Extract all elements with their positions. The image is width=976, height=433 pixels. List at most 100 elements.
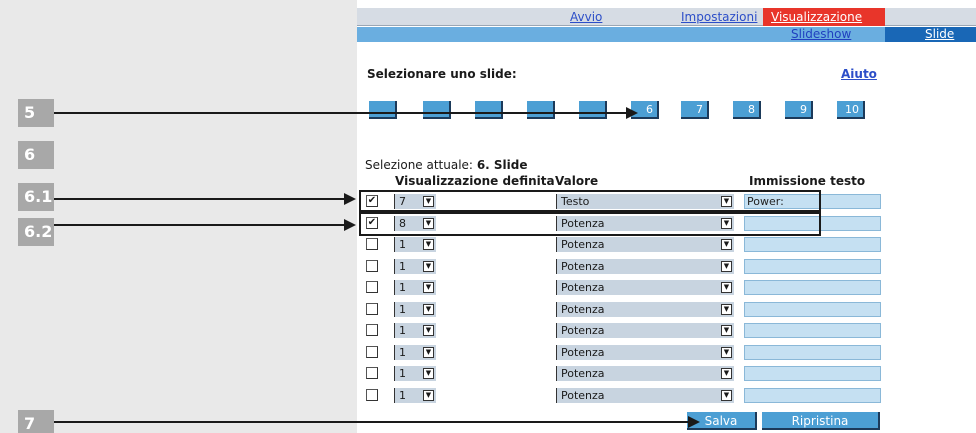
chevron-down-icon[interactable]: ▼	[423, 261, 434, 272]
enable-checkbox[interactable]	[366, 281, 378, 293]
enable-checkbox[interactable]	[366, 260, 378, 272]
slide-button[interactable]	[369, 101, 397, 119]
table-row: 1 ▼ Potenza ▼	[363, 258, 887, 275]
display-number-value: 1	[399, 281, 406, 294]
value-select-label: Potenza	[561, 324, 605, 337]
text-input-field[interactable]	[744, 323, 881, 338]
display-number-select[interactable]: 1 ▼	[394, 259, 436, 274]
chevron-down-icon[interactable]: ▼	[423, 368, 434, 379]
chevron-down-icon[interactable]: ▼	[721, 261, 732, 272]
text-input-field[interactable]	[744, 259, 881, 274]
enable-checkbox[interactable]	[366, 303, 378, 315]
chevron-down-icon[interactable]: ▼	[423, 347, 434, 358]
callout-label: 5	[18, 99, 54, 127]
chevron-down-icon[interactable]: ▼	[721, 282, 732, 293]
slide-button[interactable]: 10	[837, 101, 865, 119]
arrow-head-icon	[688, 416, 700, 428]
enable-checkbox[interactable]	[366, 389, 378, 401]
chevron-down-icon[interactable]: ▼	[721, 390, 732, 401]
callout-label: 6	[18, 141, 54, 169]
callout-label: 6.1	[18, 183, 54, 211]
highlight-row-6-2	[359, 212, 821, 236]
help-link[interactable]: Aiuto	[841, 67, 877, 81]
display-number-value: 1	[399, 324, 406, 337]
select-slide-label: Selezionare uno slide:	[367, 67, 517, 81]
tab-settings[interactable]: Impostazioni	[681, 8, 757, 26]
value-select[interactable]: Potenza ▼	[556, 345, 734, 360]
slide-button[interactable]: 9	[785, 101, 813, 119]
enable-checkbox[interactable]	[366, 324, 378, 336]
enable-checkbox[interactable]	[366, 346, 378, 358]
arrow-head-icon	[344, 193, 356, 205]
display-number-select[interactable]: 1 ▼	[394, 280, 436, 295]
text-input-field[interactable]	[744, 388, 881, 403]
table-row: 1 ▼ Potenza ▼	[363, 365, 887, 382]
enable-checkbox[interactable]	[366, 238, 378, 250]
slide-button[interactable]	[579, 101, 607, 119]
value-select-label: Potenza	[561, 346, 605, 359]
table-row: 1 ▼ Potenza ▼	[363, 322, 887, 339]
slide-button[interactable]	[475, 101, 503, 119]
display-number-value: 1	[399, 260, 406, 273]
chevron-down-icon[interactable]: ▼	[423, 304, 434, 315]
text-input-field[interactable]	[744, 345, 881, 360]
app-window: Avvio Impostazioni Visualizzazione Slide…	[357, 0, 976, 433]
callout-label: 7	[18, 410, 54, 433]
slide-button[interactable]: 8	[733, 101, 761, 119]
display-number-select[interactable]: 1 ▼	[394, 323, 436, 338]
arrow-line	[54, 224, 346, 226]
table-row: 1 ▼ Potenza ▼	[363, 387, 887, 404]
tab-display[interactable]: Visualizzazione	[763, 8, 885, 26]
chevron-down-icon[interactable]: ▼	[721, 368, 732, 379]
annotation-panel: 5 6 6.1 6.2 7	[0, 0, 357, 433]
current-selection-value: 6. Slide	[476, 158, 528, 172]
chevron-down-icon[interactable]: ▼	[721, 347, 732, 358]
text-input-field[interactable]	[744, 280, 881, 295]
column-header-display: Visualizzazione definita	[395, 174, 555, 188]
value-select[interactable]: Potenza ▼	[556, 323, 734, 338]
text-input-field[interactable]	[744, 366, 881, 381]
value-select-label: Potenza	[561, 238, 605, 251]
value-select-label: Potenza	[561, 367, 605, 380]
chevron-down-icon[interactable]: ▼	[423, 282, 434, 293]
reset-button[interactable]: Ripristina	[762, 412, 880, 430]
value-select[interactable]: Potenza ▼	[556, 388, 734, 403]
tab-start[interactable]: Avvio	[570, 8, 602, 26]
value-select-label: Potenza	[561, 281, 605, 294]
arrow-head-icon	[344, 219, 356, 231]
text-input-field[interactable]	[744, 302, 881, 317]
text-input-field[interactable]	[744, 237, 881, 252]
slide-button[interactable]	[423, 101, 451, 119]
value-select[interactable]: Potenza ▼	[556, 280, 734, 295]
main-tab-bar: Avvio Impostazioni Visualizzazione	[357, 8, 976, 26]
tab-slideshow[interactable]: Slideshow	[791, 27, 851, 42]
value-select[interactable]: Potenza ▼	[556, 237, 734, 252]
sub-tab-bar: Slideshow Slide	[357, 27, 976, 42]
display-number-select[interactable]: 1 ▼	[394, 302, 436, 317]
arrow-line	[54, 112, 630, 114]
current-selection-label: Selezione attuale:	[365, 158, 473, 172]
value-select[interactable]: Potenza ▼	[556, 366, 734, 381]
column-header-text-input: Immissione testo	[749, 174, 866, 188]
display-number-select[interactable]: 1 ▼	[394, 237, 436, 252]
display-number-select[interactable]: 1 ▼	[394, 366, 436, 381]
chevron-down-icon[interactable]: ▼	[721, 239, 732, 250]
slide-button[interactable]: 7	[681, 101, 709, 119]
chevron-down-icon[interactable]: ▼	[721, 325, 732, 336]
value-select-label: Potenza	[561, 260, 605, 273]
column-header-value: Valore	[555, 174, 599, 188]
value-select[interactable]: Potenza ▼	[556, 302, 734, 317]
table-row: 1 ▼ Potenza ▼	[363, 236, 887, 253]
display-number-select[interactable]: 1 ▼	[394, 388, 436, 403]
value-select[interactable]: Potenza ▼	[556, 259, 734, 274]
chevron-down-icon[interactable]: ▼	[423, 239, 434, 250]
chevron-down-icon[interactable]: ▼	[721, 304, 732, 315]
chevron-down-icon[interactable]: ▼	[423, 390, 434, 401]
display-number-select[interactable]: 1 ▼	[394, 345, 436, 360]
tab-slide[interactable]: Slide	[885, 27, 976, 42]
enable-checkbox[interactable]	[366, 367, 378, 379]
value-select-label: Potenza	[561, 303, 605, 316]
chevron-down-icon[interactable]: ▼	[423, 325, 434, 336]
arrow-head-icon	[626, 107, 638, 119]
slide-button[interactable]	[527, 101, 555, 119]
